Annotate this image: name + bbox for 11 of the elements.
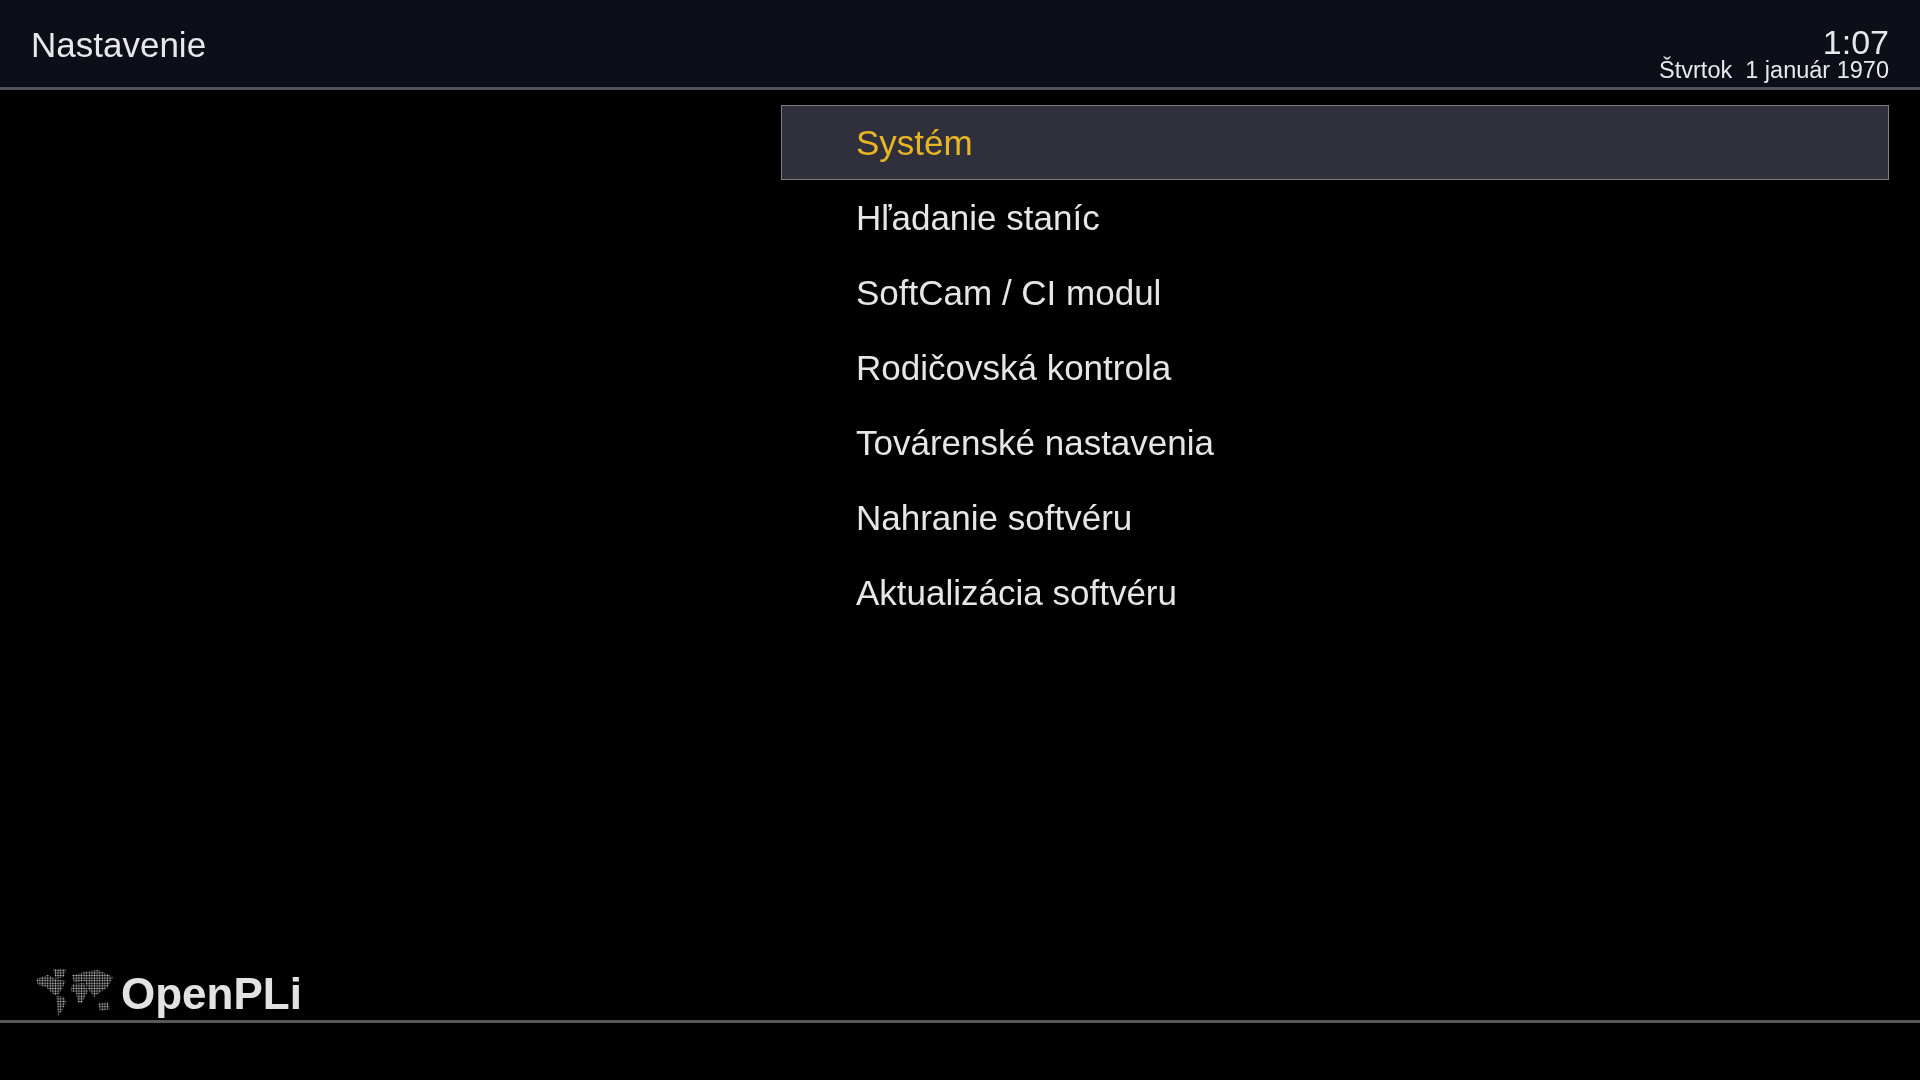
world-map-icon (36, 969, 113, 1016)
screen-title: Nastavenie (31, 27, 207, 62)
menu-item[interactable]: Hľadanie staníc (781, 180, 1889, 255)
menu-item[interactable]: Továrenské nastavenia (781, 405, 1889, 480)
menu-item[interactable]: Aktualizácia softvéru (781, 555, 1889, 630)
logo-text: OpenPLi (121, 972, 302, 1016)
menu-item[interactable]: Nahranie softvéru (781, 480, 1889, 555)
clock-time: 1:07 (1822, 25, 1889, 59)
menu-item[interactable]: Systém (781, 105, 1889, 180)
menu-item[interactable]: Rodičovská kontrola (781, 330, 1889, 405)
menu-item[interactable]: SoftCam / CI modul (781, 255, 1889, 330)
